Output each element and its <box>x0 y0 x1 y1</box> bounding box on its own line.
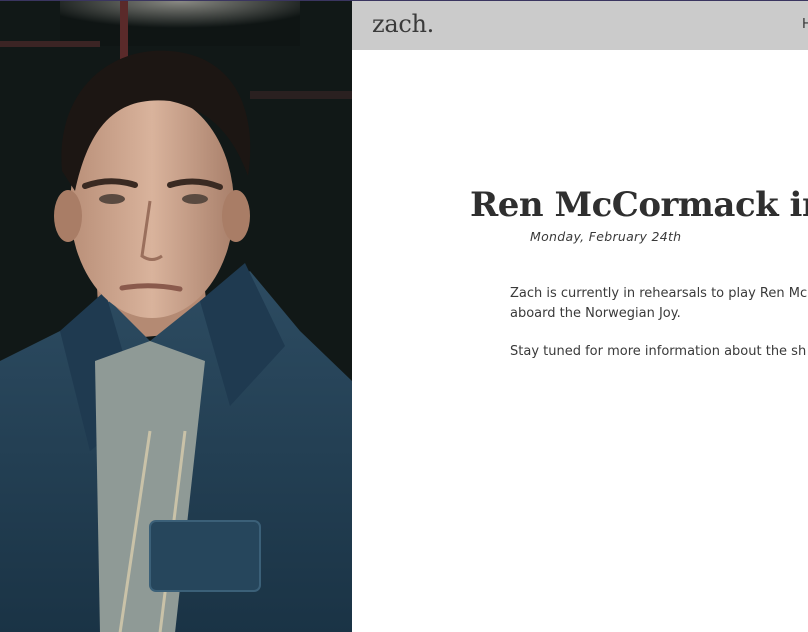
post-paragraph: Stay tuned for more information about th… <box>510 344 807 359</box>
post-title: Ren McCormack in <box>470 185 808 225</box>
main-content: zach. H Ren McCormack in Monday, Februar… <box>352 1 808 632</box>
top-navbar: zach. H <box>352 1 808 50</box>
post-paragraph-line: Zach is currently in rehearsals to play … <box>510 286 808 301</box>
post-date: Monday, February 24th <box>530 229 682 244</box>
page: zach. H Ren McCormack in Monday, Februar… <box>0 0 808 632</box>
site-logo[interactable]: zach. <box>372 10 434 38</box>
nav-link-home[interactable]: H <box>802 17 808 32</box>
post-paragraph-line: aboard the Norwegian Joy. <box>510 306 681 321</box>
post-body: Zach is currently in rehearsals to play … <box>510 284 808 362</box>
headshot-photo <box>0 1 352 632</box>
